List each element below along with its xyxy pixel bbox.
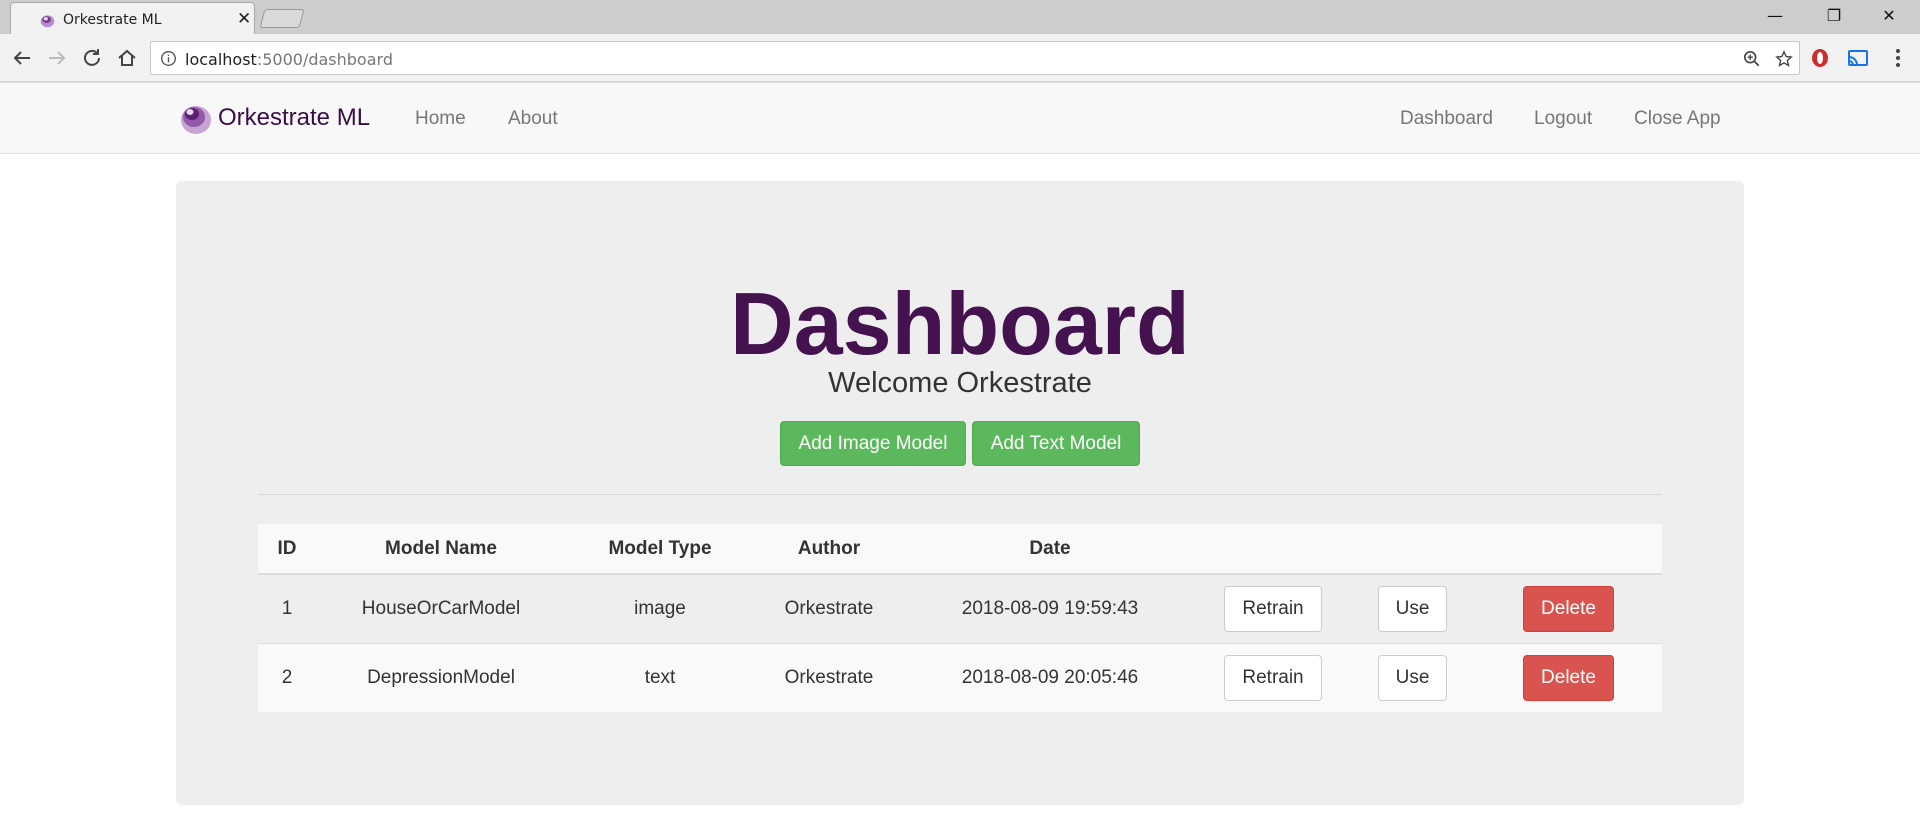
nav-home-link[interactable]: Home [415, 108, 466, 130]
table-header-row: ID Model Name Model Type Author Date [258, 524, 1662, 575]
cast-icon[interactable] [1846, 46, 1870, 70]
browser-tabstrip: Orkestrate ML ✕ — ❐ ✕ [0, 0, 1920, 34]
nav-close-app-link[interactable]: Close App [1634, 108, 1721, 130]
cell-author: Orkestrate [754, 642, 904, 712]
reload-icon[interactable] [80, 46, 104, 70]
cell-model-type: text [566, 642, 754, 712]
header-author: Author [754, 524, 904, 575]
minimize-button[interactable]: — [1752, 2, 1798, 30]
home-icon[interactable] [115, 46, 139, 70]
cell-date: 2018-08-09 20:05:46 [904, 642, 1196, 712]
address-bar[interactable]: localhost:5000/dashboard [150, 41, 1800, 75]
table-row: 1 HouseOrCarModel image Orkestrate 2018-… [258, 573, 1662, 643]
tab-close-icon[interactable]: ✕ [237, 9, 251, 29]
cell-retrain: Retrain [1196, 642, 1350, 712]
brand-link[interactable]: Orkestrate ML [178, 100, 370, 136]
orkestrate-logo-icon [40, 15, 55, 28]
cell-id: 2 [258, 642, 316, 712]
header-date: Date [904, 524, 1196, 575]
nav-logout-link[interactable]: Logout [1534, 108, 1592, 130]
url-path: :5000/dashboard [256, 50, 393, 69]
delete-button[interactable]: Delete [1523, 654, 1614, 701]
browser-tab[interactable]: Orkestrate ML ✕ [10, 2, 255, 34]
table-row: 2 DepressionModel text Orkestrate 2018-0… [258, 642, 1662, 712]
header-empty [1350, 524, 1475, 575]
add-image-model-button[interactable]: Add Image Model [780, 421, 966, 466]
cell-id: 1 [258, 573, 316, 643]
use-button[interactable]: Use [1377, 654, 1448, 701]
divider [258, 494, 1662, 495]
brand-name: Orkestrate ML [218, 104, 371, 131]
delete-button[interactable]: Delete [1523, 585, 1614, 632]
site-navbar: Orkestrate ML Home About Dashboard Logou… [0, 82, 1920, 154]
retrain-button[interactable]: Retrain [1224, 585, 1322, 632]
header-id: ID [258, 524, 316, 575]
cell-delete: Delete [1475, 642, 1662, 712]
window-close-button[interactable]: ✕ [1866, 2, 1912, 30]
dashboard-panel: Dashboard Welcome Orkestrate Add Image M… [176, 181, 1744, 805]
new-tab-button[interactable] [259, 9, 305, 28]
browser-toolbar: localhost:5000/dashboard [0, 34, 1920, 82]
back-arrow-icon[interactable] [10, 46, 34, 70]
cell-author: Orkestrate [754, 573, 904, 643]
page-title: Dashboard [730, 274, 1190, 373]
forward-arrow-icon[interactable] [45, 46, 69, 70]
cell-delete: Delete [1475, 573, 1662, 643]
tab-title: Orkestrate ML [63, 12, 162, 28]
cell-date: 2018-08-09 19:59:43 [904, 573, 1196, 643]
opera-extension-icon[interactable] [1808, 46, 1832, 70]
zoom-icon[interactable] [1743, 50, 1761, 68]
orkestrate-logo-icon [181, 106, 211, 134]
welcome-message: Welcome Orkestrate [828, 367, 1092, 399]
url-text[interactable]: localhost:5000/dashboard [185, 50, 393, 69]
retrain-button[interactable]: Retrain [1224, 654, 1322, 701]
header-empty [1475, 524, 1662, 575]
bookmark-star-icon[interactable] [1775, 50, 1793, 68]
header-model-type: Model Type [566, 524, 754, 575]
nav-dashboard-link[interactable]: Dashboard [1400, 108, 1493, 130]
models-table: ID Model Name Model Type Author Date 1 H… [258, 524, 1662, 712]
restore-button[interactable]: ❐ [1811, 2, 1857, 30]
browser-menu-icon[interactable] [1886, 46, 1910, 70]
use-button[interactable]: Use [1377, 585, 1448, 632]
info-icon[interactable] [160, 50, 177, 67]
cell-retrain: Retrain [1196, 573, 1350, 643]
add-text-model-button[interactable]: Add Text Model [972, 421, 1140, 466]
cell-use: Use [1350, 573, 1475, 643]
cell-use: Use [1350, 642, 1475, 712]
header-empty [1196, 524, 1350, 575]
header-model-name: Model Name [316, 524, 566, 575]
cell-model-name: DepressionModel [316, 642, 566, 712]
cell-model-name: HouseOrCarModel [316, 573, 566, 643]
url-host: localhost [185, 50, 257, 69]
cell-model-type: image [566, 573, 754, 643]
nav-about-link[interactable]: About [508, 108, 558, 130]
